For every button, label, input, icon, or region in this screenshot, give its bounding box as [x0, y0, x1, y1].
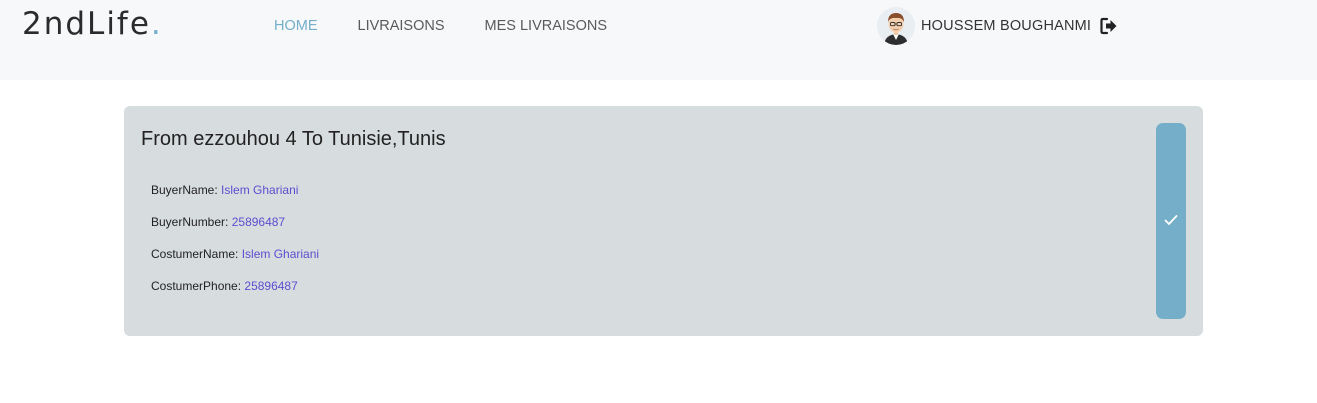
- detail-label: BuyerName:: [151, 183, 218, 197]
- detail-value: Islem Ghariani: [221, 183, 299, 197]
- nav-mes-livraisons[interactable]: MES LIVRAISONS: [485, 18, 607, 34]
- nav-livraisons[interactable]: LIVRAISONS: [358, 18, 445, 34]
- user-menu: HOUSSEM BOUGHANMI: [877, 7, 1119, 45]
- confirm-delivery-button[interactable]: [1156, 123, 1186, 319]
- detail-label: CostumerName:: [151, 247, 239, 261]
- navbar: 2ndLife. HOME LIVRAISONS MES LIVRAISONS …: [0, 0, 1317, 80]
- detail-value: Islem Ghariani: [241, 247, 320, 261]
- brand-dot: .: [150, 6, 163, 42]
- sign-out-icon[interactable]: [1099, 16, 1119, 36]
- delivery-card: From ezzouhou 4 To Tunisie,Tunis BuyerNa…: [124, 106, 1203, 336]
- nav-links: HOME LIVRAISONS MES LIVRAISONS: [274, 18, 607, 34]
- detail-label: CostumerPhone:: [151, 279, 242, 293]
- brand-logo[interactable]: 2ndLife.: [22, 6, 163, 42]
- brand-name: 2ndLife: [22, 6, 151, 42]
- detail-label: BuyerNumber:: [151, 215, 229, 229]
- user-avatar-icon[interactable]: [877, 7, 915, 45]
- nav-home[interactable]: HOME: [274, 18, 318, 34]
- delivery-title: From ezzouhou 4 To Tunisie,Tunis: [141, 128, 446, 150]
- detail-buyer-number: BuyerNumber: 25896487: [151, 215, 319, 247]
- check-icon: [1164, 214, 1178, 229]
- detail-value: 25896487: [244, 279, 298, 293]
- user-name[interactable]: HOUSSEM BOUGHANMI: [921, 18, 1091, 34]
- detail-buyer-name: BuyerName: Islem Ghariani: [151, 183, 319, 215]
- delivery-details: BuyerName: Islem Ghariani BuyerNumber: 2…: [151, 183, 319, 311]
- detail-costumer-phone: CostumerPhone: 25896487: [151, 279, 319, 311]
- detail-value: 25896487: [231, 215, 286, 229]
- detail-costumer-name: CostumerName: Islem Ghariani: [151, 247, 319, 279]
